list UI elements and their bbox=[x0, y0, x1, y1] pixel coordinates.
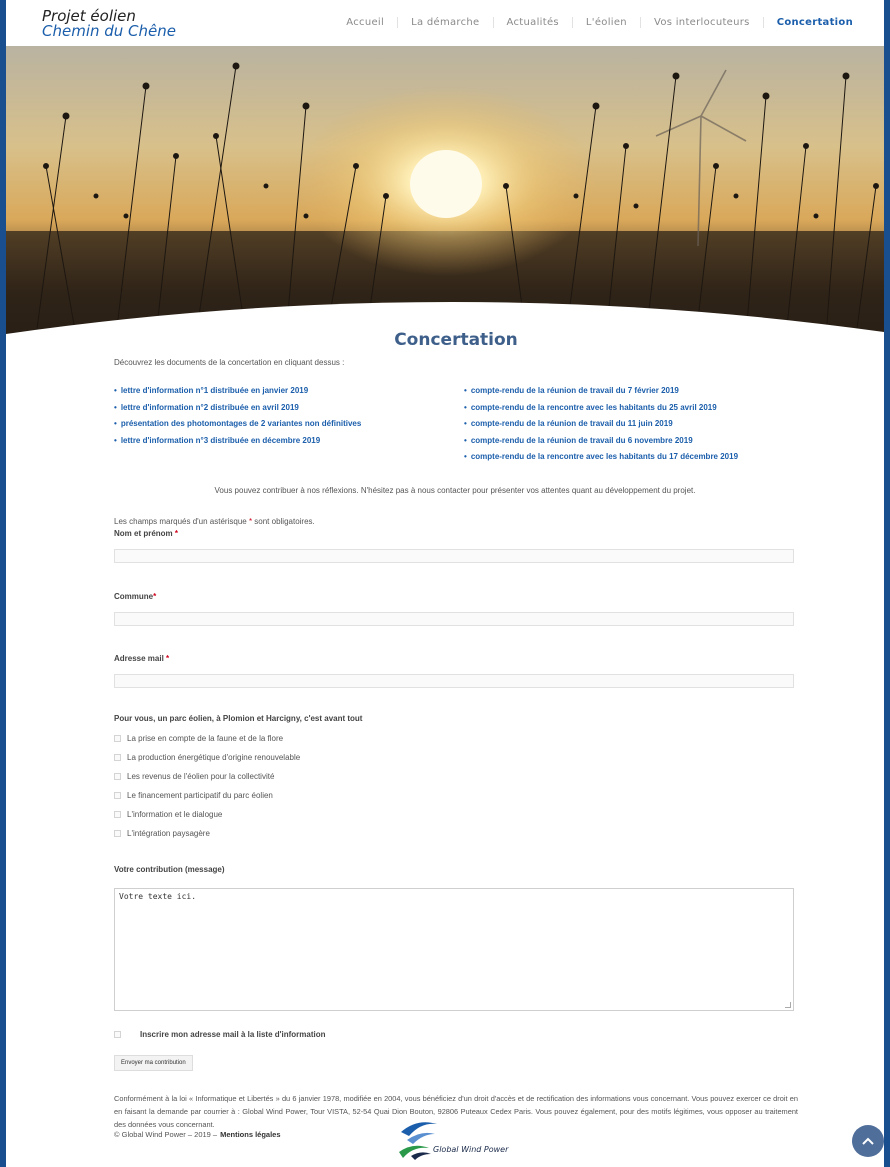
doc-link[interactable]: compte-rendu de la réunion de travail du… bbox=[464, 383, 794, 400]
main-content: Concertation Découvrez les documents de … bbox=[114, 330, 798, 1131]
option-row[interactable]: Le financement participatif du parc éoli… bbox=[114, 786, 796, 805]
nav-concertation[interactable]: Concertation bbox=[762, 17, 866, 28]
doc-link[interactable]: lettre d'information n°1 distribuée en j… bbox=[114, 383, 464, 400]
logo-line-2: Chemin du Chêne bbox=[42, 22, 177, 40]
newsletter-option[interactable]: Inscrire mon adresse mail à la liste d'i… bbox=[114, 1030, 796, 1039]
option-label: La prise en compte de la faune et de la … bbox=[127, 733, 284, 743]
nav-leolien[interactable]: L'éolien bbox=[571, 17, 640, 28]
global-wind-power-logo[interactable]: Global Wind Power bbox=[395, 1118, 525, 1162]
name-label-text: Nom et prénom bbox=[114, 528, 173, 538]
email-field[interactable] bbox=[114, 673, 794, 688]
newsletter-checkbox[interactable] bbox=[114, 1030, 121, 1038]
documents-column-left: lettre d'information n°1 distribuée en j… bbox=[114, 383, 464, 466]
hero-image bbox=[6, 46, 884, 336]
name-field[interactable] bbox=[114, 548, 794, 563]
nav-actualites[interactable]: Actualités bbox=[492, 17, 572, 28]
required-star: * bbox=[166, 653, 170, 663]
checkbox[interactable] bbox=[114, 772, 121, 780]
option-row[interactable]: L'information et le dialogue bbox=[114, 805, 796, 824]
nav-vos-interlocuteurs[interactable]: Vos interlocuteurs bbox=[639, 17, 763, 28]
checkbox[interactable] bbox=[114, 734, 121, 742]
resize-grip-icon[interactable] bbox=[785, 1001, 791, 1008]
copyright: © Global Wind Power – 2019 – bbox=[114, 1130, 218, 1139]
commune-field[interactable] bbox=[114, 611, 794, 626]
message-label: Votre contribution (message) bbox=[114, 864, 225, 874]
page-title: Concertation bbox=[394, 330, 518, 350]
doc-link[interactable]: présentation des photomontages de 2 vari… bbox=[114, 416, 464, 433]
option-row[interactable]: L'intégration paysagère bbox=[114, 824, 796, 843]
option-label: Les revenus de l'éolien pour la collecti… bbox=[127, 771, 275, 781]
main-nav: Accueil La démarche Actualités L'éolien … bbox=[333, 17, 866, 28]
checkbox[interactable] bbox=[114, 810, 121, 818]
doc-link[interactable]: lettre d'information n°3 distribuée en d… bbox=[114, 433, 464, 450]
intro-text: Découvrez les documents de la concertati… bbox=[114, 358, 345, 367]
doc-link[interactable]: compte-rendu de la rencontre avec les ha… bbox=[464, 449, 794, 466]
site-logo[interactable]: Projet éolien Chemin du Chêne bbox=[42, 9, 176, 39]
contribute-text: Vous pouvez contribuer à nos réflexions.… bbox=[214, 485, 696, 495]
checkbox[interactable] bbox=[114, 829, 121, 837]
doc-link[interactable]: lettre d'information n°2 distribuée en a… bbox=[114, 400, 464, 417]
mentions-legales-link[interactable]: Mentions légales bbox=[220, 1130, 280, 1139]
nav-la-demarche[interactable]: La démarche bbox=[397, 17, 492, 28]
option-label: La production énergétique d'origine reno… bbox=[127, 752, 301, 762]
option-label: L'information et le dialogue bbox=[127, 809, 223, 819]
footer: © Global Wind Power – 2019 – Mentions lé… bbox=[114, 1130, 281, 1139]
option-row[interactable]: Les revenus de l'éolien pour la collecti… bbox=[114, 767, 796, 786]
checkbox[interactable] bbox=[114, 753, 121, 761]
chevron-up-icon bbox=[862, 1137, 874, 1145]
doc-link[interactable]: compte-rendu de la réunion de travail du… bbox=[464, 416, 794, 433]
required-note: Les champs marqués d'un astérisque * son… bbox=[114, 517, 796, 526]
doc-link[interactable]: compte-rendu de la réunion de travail du… bbox=[464, 433, 794, 450]
commune-label-text: Commune bbox=[114, 591, 154, 601]
email-label: Adresse mail * bbox=[114, 654, 796, 663]
documents-list: lettre d'information n°1 distribuée en j… bbox=[114, 383, 796, 466]
message-text: Votre texte ici. bbox=[119, 891, 197, 901]
option-label: L'intégration paysagère bbox=[127, 828, 210, 838]
commune-label: Commune* bbox=[114, 592, 796, 601]
required-note-text-end: sont obligatoires. bbox=[252, 516, 315, 526]
scroll-to-top-button[interactable] bbox=[852, 1125, 884, 1157]
contribution-form: Les champs marqués d'un astérisque * son… bbox=[114, 517, 796, 1071]
required-star: * bbox=[174, 528, 179, 538]
name-label: Nom et prénom * bbox=[114, 529, 796, 538]
option-row[interactable]: La prise en compte de la faune et de la … bbox=[114, 729, 796, 748]
option-label: Le financement participatif du parc éoli… bbox=[127, 790, 273, 800]
option-row[interactable]: La production énergétique d'origine reno… bbox=[114, 748, 796, 767]
nav-accueil[interactable]: Accueil bbox=[333, 17, 397, 28]
documents-column-right: compte-rendu de la réunion de travail du… bbox=[464, 383, 794, 466]
site-header: Projet éolien Chemin du Chêne Accueil La… bbox=[6, 0, 884, 46]
priority-question: Pour vous, un parc éolien, à Plomion et … bbox=[114, 713, 363, 723]
submit-button[interactable]: Envoyer ma contribution bbox=[114, 1054, 193, 1071]
email-label-text: Adresse mail bbox=[114, 653, 164, 663]
required-note-text: Les champs marqués d'un astérisque bbox=[114, 516, 249, 526]
brand-name: Global Wind Power bbox=[433, 1145, 509, 1154]
priority-options: La prise en compte de la faune et de la … bbox=[114, 729, 796, 843]
doc-link[interactable]: compte-rendu de la rencontre avec les ha… bbox=[464, 400, 794, 417]
required-star: * bbox=[153, 591, 157, 601]
checkbox[interactable] bbox=[114, 791, 121, 799]
message-textarea[interactable]: Votre texte ici. bbox=[114, 887, 794, 1011]
newsletter-label: Inscrire mon adresse mail à la liste d'i… bbox=[140, 1029, 326, 1039]
